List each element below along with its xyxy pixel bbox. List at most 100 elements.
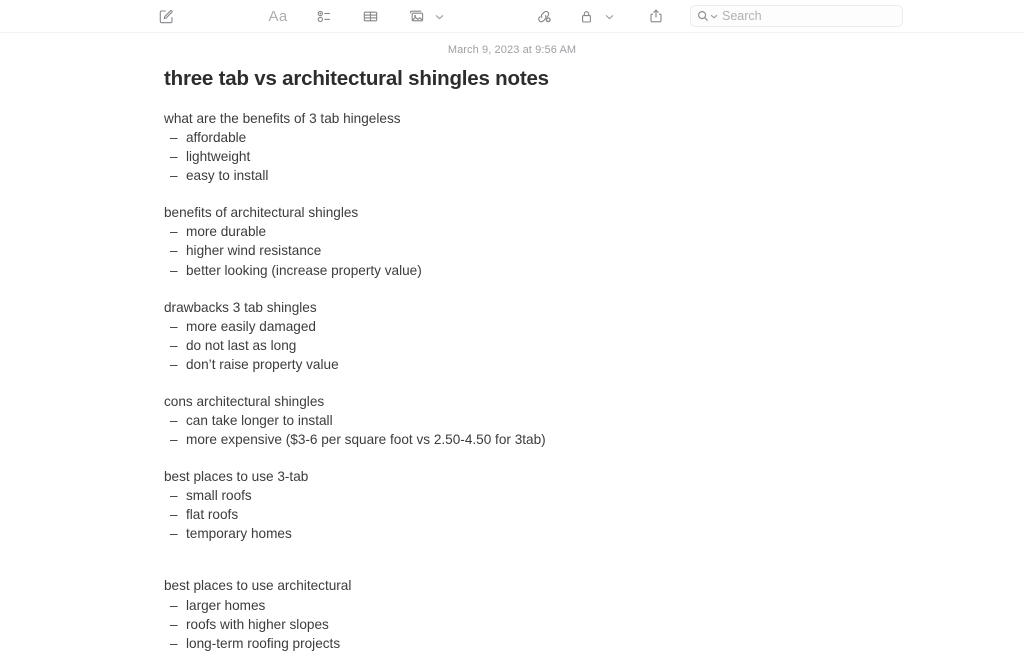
bullet-dash-icon: – <box>170 635 178 651</box>
bullet-dash-icon: – <box>170 318 178 334</box>
note-section-heading: cons architectural shingles <box>164 393 325 409</box>
bullet-dash-icon: – <box>170 507 178 523</box>
note-bullet-item: – more easily damaged <box>164 318 1024 337</box>
note-bullet-text: don’t raise property value <box>186 356 339 372</box>
format-aa-icon: Aa <box>268 7 288 25</box>
note-bullet-item: – lightweight <box>164 148 1024 167</box>
search-input[interactable] <box>722 9 896 23</box>
note-bullet-item: – don’t raise property value <box>164 356 1024 375</box>
add-link-icon <box>535 8 553 25</box>
note-section: drawbacks 3 tab shingles – more easily dam… <box>164 299 1024 375</box>
bullet-dash-icon: – <box>170 488 178 504</box>
toolbar: Aa <box>0 0 1024 33</box>
format-button[interactable]: Aa <box>262 3 294 29</box>
search-field[interactable] <box>690 5 903 27</box>
lock-icon <box>579 8 594 25</box>
bullet-dash-icon: – <box>170 597 178 613</box>
toolbar-group-compose <box>150 3 182 29</box>
toolbar-group-table <box>354 3 386 29</box>
note-bullet-list: – small roofs – flat roofs – temporary homes <box>164 487 1024 544</box>
add-link-button[interactable] <box>528 3 560 29</box>
bullet-dash-icon: – <box>170 262 178 278</box>
note-body[interactable]: what are the benefits of 3 tab hingeless… <box>164 110 1024 654</box>
toolbar-group-link <box>528 3 560 29</box>
toolbar-group-lock <box>570 3 614 29</box>
checklist-icon <box>316 8 333 25</box>
media-chevron-down-icon[interactable] <box>435 7 444 25</box>
note-bullet-text: lightweight <box>186 149 251 165</box>
note-bullet-item: – do not last as long <box>164 337 1024 356</box>
note-bullet-text: more easily damaged <box>186 318 316 334</box>
table-icon <box>362 8 379 25</box>
bullet-dash-icon: – <box>170 356 178 372</box>
note-bullet-text: flat roofs <box>186 507 239 523</box>
note-bullet-text: more expensive ($3-6 per square foot vs … <box>186 432 546 448</box>
note-bullet-text: do not last as long <box>186 337 297 353</box>
bullet-dash-icon: – <box>170 616 178 632</box>
note-section: cons architectural shingles – can take lon… <box>164 393 1024 450</box>
note-editor[interactable]: March 9, 2023 at 9:56 AM three tab vs ar… <box>0 44 1024 654</box>
bullet-dash-icon: – <box>170 149 178 165</box>
bullet-dash-icon: – <box>170 413 178 429</box>
note-bullet-item: – affordable <box>164 129 1024 148</box>
note-bullet-item: – more expensive ($3-6 per square foot vs… <box>164 431 1024 450</box>
note-bullet-list: – can take longer to install – more expensi… <box>164 412 1024 450</box>
note-bullet-item: – small roofs <box>164 487 1024 506</box>
lock-chevron-down-icon[interactable] <box>605 7 614 25</box>
note-bullet-item: – temporary homes <box>164 525 1024 544</box>
note-bullet-text: larger homes <box>186 597 266 613</box>
note-bullet-list: – more easily damaged – do not last as long… <box>164 318 1024 375</box>
insert-table-button[interactable] <box>354 3 386 29</box>
note-section: best places to use 3-tab – small roofs – fla… <box>164 468 1024 544</box>
note-bullet-item: – can take longer to install <box>164 412 1024 431</box>
bullet-dash-icon: – <box>170 432 178 448</box>
note-bullet-item: – flat roofs <box>164 506 1024 525</box>
search-chevron-down-icon[interactable] <box>710 12 718 21</box>
note-title[interactable]: three tab vs architectural shingles note… <box>164 67 1024 91</box>
toolbar-group-format: Aa <box>262 3 294 29</box>
note-section-heading: what are the benefits of 3 tab hingeless <box>164 111 401 126</box>
toolbar-group-checklist <box>308 3 340 29</box>
bullet-dash-icon: – <box>170 130 178 146</box>
note-section-heading: benefits of architectural shingles <box>164 205 359 221</box>
note-bullet-text: easy to install <box>186 168 269 184</box>
compose-note-button[interactable] <box>150 3 182 29</box>
bullet-dash-icon: – <box>170 168 178 184</box>
insert-media-button[interactable] <box>400 3 432 29</box>
compose-icon <box>158 8 175 25</box>
note-bullet-text: better looking (increase property value) <box>186 262 422 278</box>
note-bullet-text: more durable <box>186 224 267 240</box>
note-bullet-text: small roofs <box>186 488 252 504</box>
note-bullet-item: – better looking (increase property value… <box>164 262 1024 281</box>
share-button[interactable] <box>640 3 672 29</box>
note-bullet-list: – affordable – lightweight – easy to install <box>164 129 1024 186</box>
note-section: benefits of architectural shingles – more … <box>164 204 1024 280</box>
note-section: what are the benefits of 3 tab hingeless… <box>164 110 1024 186</box>
note-section-heading: best places to use 3-tab <box>164 469 309 485</box>
note-section-heading: drawbacks 3 tab shingles <box>164 299 317 315</box>
note-bullet-text: temporary homes <box>186 526 292 542</box>
note-bullet-text: roofs with higher slopes <box>186 616 329 632</box>
share-icon <box>648 7 664 25</box>
note-bullet-text: higher wind resistance <box>186 243 322 259</box>
note-bullet-item: – long-term roofing projects <box>164 635 1024 654</box>
note-section: best places to use architectural – larger … <box>164 577 1024 653</box>
note-bullet-text: long-term roofing projects <box>186 635 341 651</box>
note-bullet-item: – larger homes <box>164 597 1024 616</box>
note-bullet-list: – more durable – higher wind resistance – bet… <box>164 223 1024 280</box>
checklist-button[interactable] <box>308 3 340 29</box>
bullet-dash-icon: – <box>170 243 178 259</box>
bullet-dash-icon: – <box>170 337 178 353</box>
note-timestamp: March 9, 2023 at 9:56 AM <box>447 44 577 56</box>
search-icon <box>697 10 709 22</box>
bullet-dash-icon: – <box>170 526 178 542</box>
bullet-dash-icon: – <box>170 224 178 240</box>
note-bullet-item: – higher wind resistance <box>164 242 1024 261</box>
lock-note-button[interactable] <box>570 3 602 29</box>
note-bullet-text: affordable <box>186 130 247 146</box>
toolbar-group-media <box>400 3 444 29</box>
note-bullet-list: – larger homes – roofs with higher slopes – l… <box>164 597 1024 654</box>
media-photo-icon <box>407 8 426 25</box>
note-bullet-item: – more durable <box>164 223 1024 242</box>
note-bullet-item: – easy to install <box>164 167 1024 186</box>
